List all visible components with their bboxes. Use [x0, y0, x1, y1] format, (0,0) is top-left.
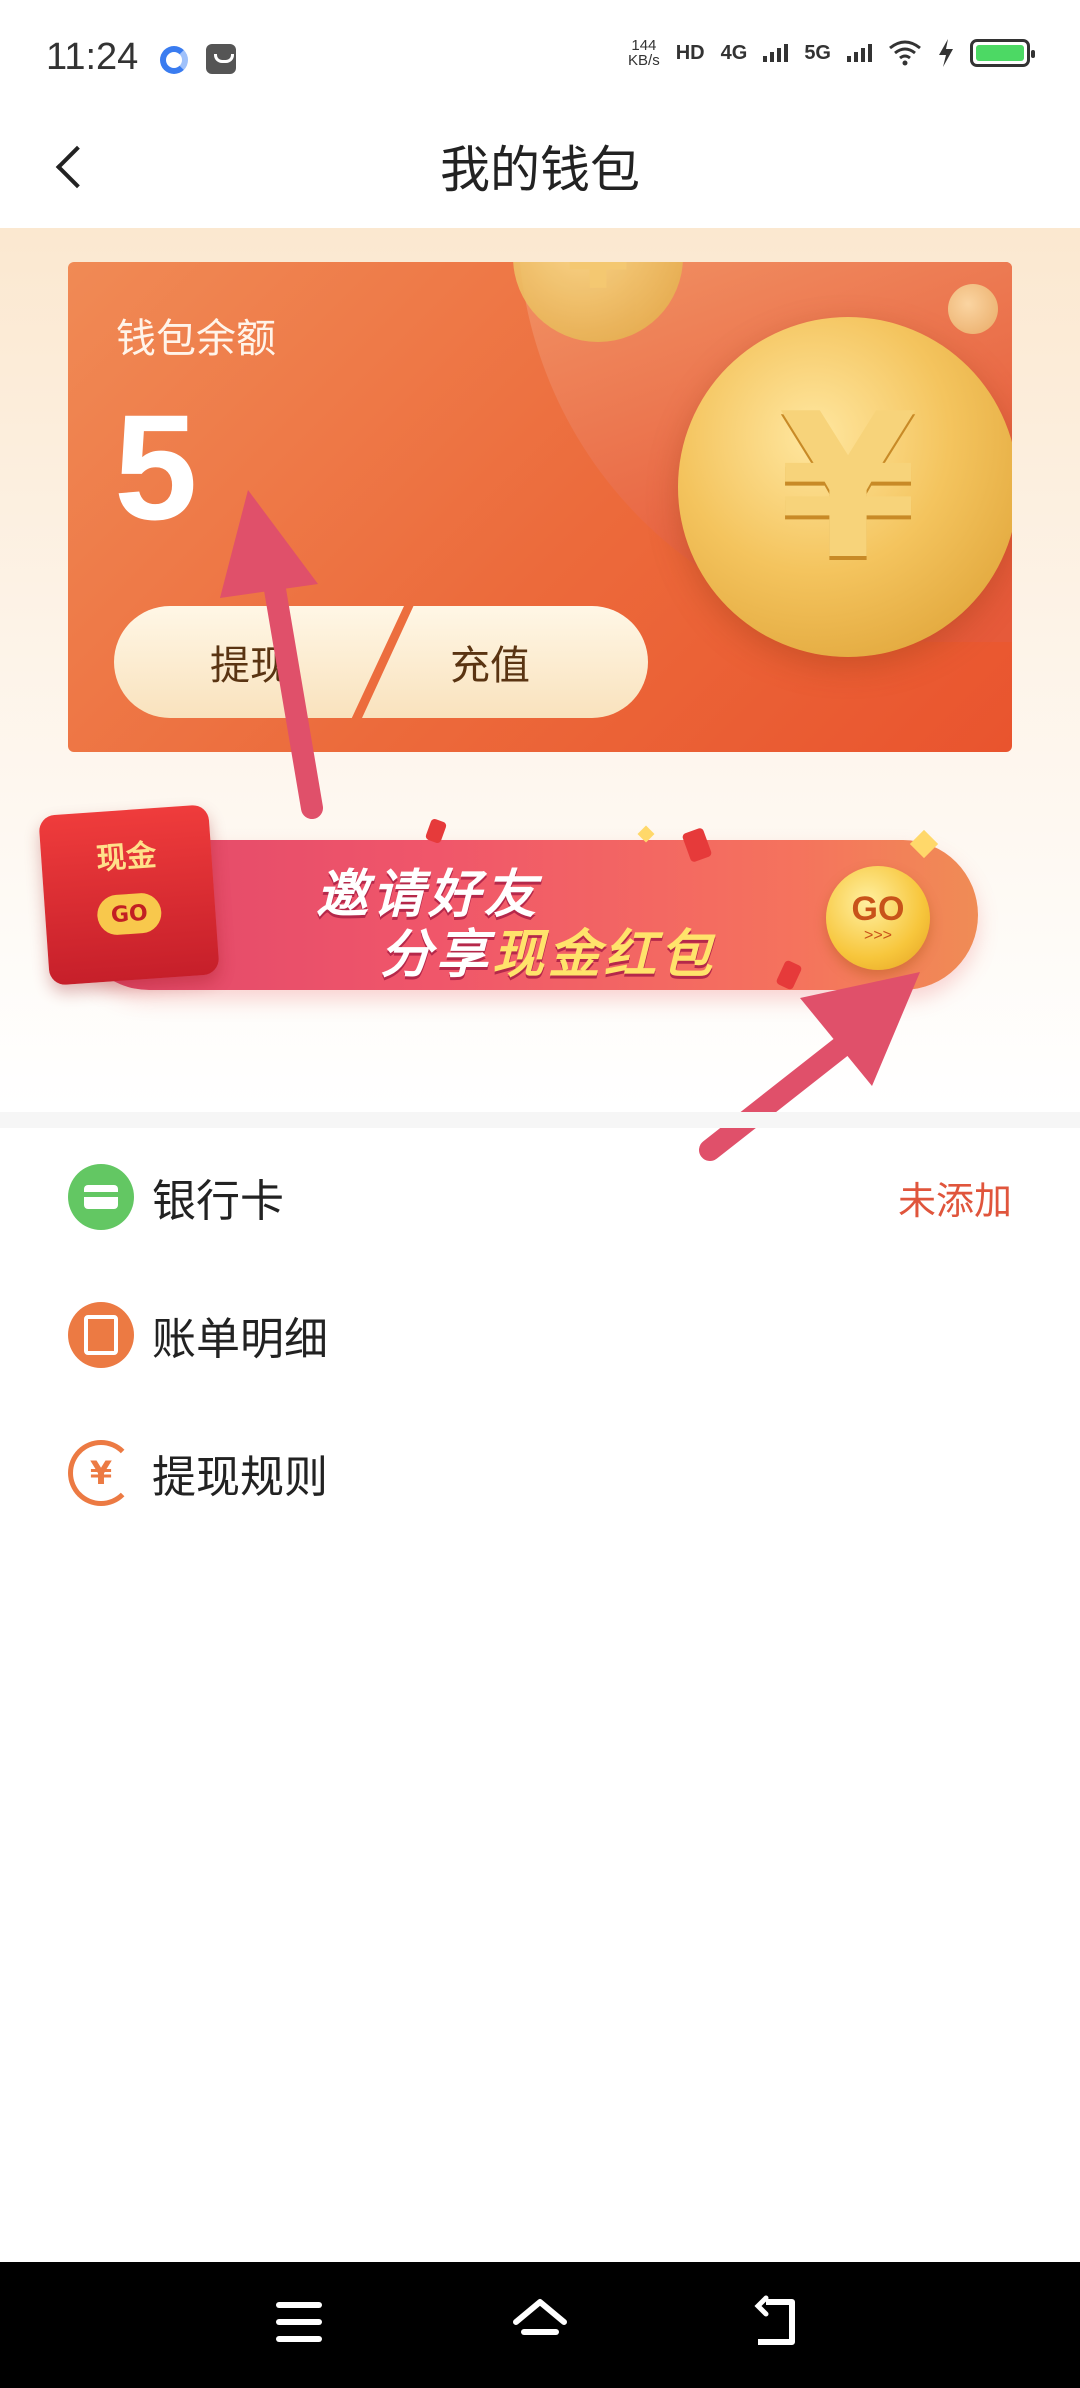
menu-item-label: 提现规则 [152, 1452, 328, 1503]
home-icon[interactable] [510, 2292, 570, 2352]
network-speed: 144 KB/s [628, 38, 660, 68]
banner-subtitle-highlight: 现金红包 [492, 925, 717, 985]
withdraw-button[interactable]: 提现 [114, 606, 404, 718]
banner-subtitle-prefix: 分享 [380, 925, 493, 985]
menu-item-withdraw-rules[interactable]: ¥ 提现规则 [0, 1404, 1080, 1542]
status-indicators: 144 KB/s HD 4G 5G [628, 38, 1035, 68]
bank-card-status: 未添加 [897, 1178, 1012, 1223]
card-buttons: 提现 充值 [114, 606, 648, 718]
go-arrows: >>> [863, 927, 893, 944]
bank-card-icon [68, 1164, 134, 1230]
menu-icon[interactable] [276, 2302, 322, 2342]
balance-card: ¥ ¥ 钱包余额 5 提现 充值 [68, 262, 1012, 752]
bill-icon [68, 1302, 134, 1368]
menu-item-bill-details[interactable]: 账单明细 [0, 1266, 1080, 1404]
network-speed-unit: KB/s [628, 52, 660, 69]
menu-item-label: 账单明细 [152, 1314, 328, 1365]
menu-item-label: 银行卡 [152, 1176, 284, 1227]
recharge-button[interactable]: 充值 [362, 606, 648, 718]
hd-icon: HD [675, 41, 705, 64]
envelope-go-badge: GO [96, 891, 163, 937]
banner-go-button[interactable]: GO >>> [826, 866, 930, 970]
envelope-text: 现金 [95, 838, 158, 878]
status-time: 11:24 [46, 36, 139, 78]
battery-icon [970, 39, 1035, 67]
wallet-menu: 银行卡 未添加 账单明细 ¥ 提现规则 [0, 1128, 1080, 1542]
red-envelope-icon: 现金 GO [38, 804, 220, 986]
title-bar: 我的钱包 [0, 110, 1080, 228]
network-5g-label: 5G [804, 41, 831, 64]
signal-icon [847, 44, 872, 62]
app-notification-icon [160, 46, 188, 74]
wifi-icon [889, 40, 921, 66]
section-divider [0, 1112, 1080, 1128]
back-nav-icon[interactable] [752, 2294, 804, 2350]
bag-notification-icon [206, 44, 236, 74]
system-nav-bar [0, 2262, 1080, 2388]
charging-icon [939, 39, 953, 67]
signal-icon [763, 44, 789, 62]
status-bar: 11:24 144 KB/s HD 4G 5G [0, 0, 1080, 110]
balance-value: 5 [114, 383, 198, 551]
coin-icon: ¥ [513, 262, 683, 342]
yen-rule-icon: ¥ [68, 1440, 134, 1506]
balance-label: 钱包余额 [116, 316, 276, 362]
go-label: GO [851, 890, 905, 928]
network-speed-value: 144 [631, 37, 657, 54]
menu-item-bank-card[interactable]: 银行卡 未添加 [0, 1128, 1080, 1266]
banner-subtitle: 分享现金红包 [380, 912, 716, 987]
network-4g-label: 4G [720, 41, 748, 64]
page-title: 我的钱包 [440, 141, 640, 199]
coin-icon: ¥ [678, 317, 1012, 657]
